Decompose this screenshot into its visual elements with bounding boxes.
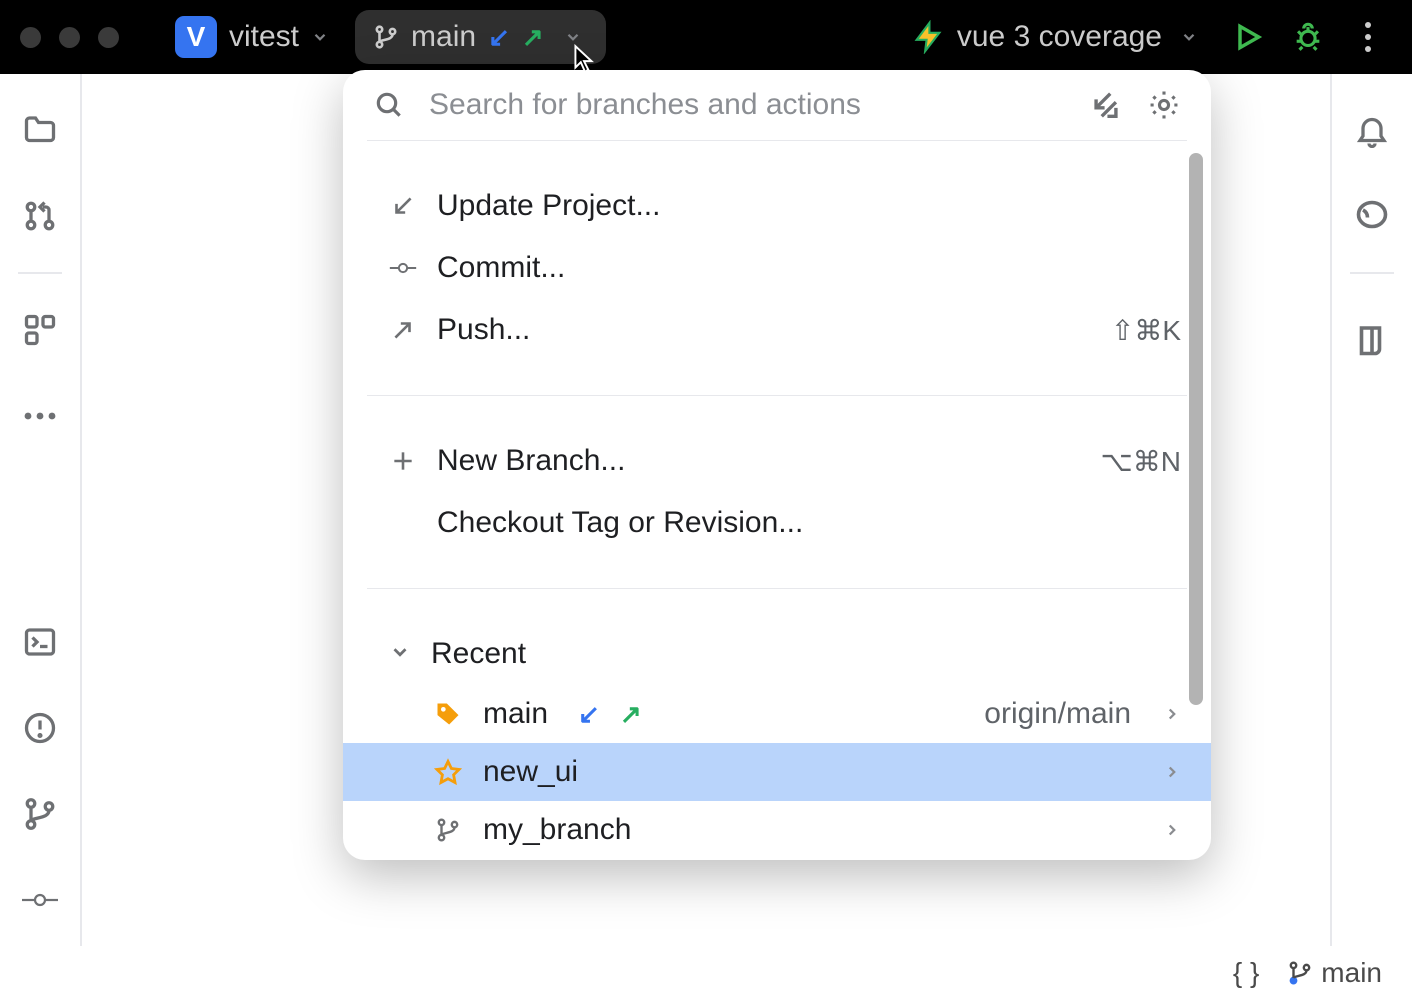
chevron-down-icon xyxy=(1180,28,1198,46)
branch-name-label: new_ui xyxy=(483,755,578,789)
search-input[interactable] xyxy=(429,88,1065,122)
chevron-down-icon xyxy=(564,28,582,46)
more-tools-icon[interactable] xyxy=(20,396,60,436)
top-bar: V vitest main ↙ ↗ vue 3 coverage xyxy=(0,0,1412,74)
zoom-window-icon[interactable] xyxy=(98,27,119,48)
shortcut-label: ⌥⌘N xyxy=(1101,445,1182,478)
outgoing-arrow-icon: ↗ xyxy=(620,699,642,730)
fetch-icon[interactable] xyxy=(1089,88,1123,122)
ai-tool-icon[interactable] xyxy=(1352,196,1392,236)
plus-icon xyxy=(389,447,417,475)
git-branch-icon xyxy=(1287,958,1313,988)
section-local[interactable]: Local xyxy=(343,859,1211,860)
action-commit[interactable]: Commit... xyxy=(343,237,1211,299)
vcs-tool-icon[interactable] xyxy=(20,794,60,834)
project-badge: V xyxy=(175,16,217,58)
branch-name-label: my_branch xyxy=(483,813,631,847)
action-checkout-tag[interactable]: Checkout Tag or Revision... xyxy=(343,492,1211,554)
commit-icon xyxy=(389,254,417,282)
star-icon xyxy=(433,757,463,787)
remote-label: origin/main xyxy=(984,697,1131,731)
right-toolbar xyxy=(1330,74,1412,946)
run-config-name: vue 3 coverage xyxy=(957,20,1162,54)
section-label: Recent xyxy=(431,637,526,671)
action-label: New Branch... xyxy=(437,444,625,478)
branch-name-label: main xyxy=(483,697,548,731)
gear-icon[interactable] xyxy=(1147,88,1181,122)
status-branch-name: main xyxy=(1321,957,1382,989)
git-branch-icon xyxy=(373,22,399,52)
chevron-right-icon xyxy=(1163,813,1181,847)
action-label: Push... xyxy=(437,313,530,347)
outgoing-arrow-icon: ↗ xyxy=(522,22,544,53)
close-window-icon[interactable] xyxy=(20,27,41,48)
action-new-branch[interactable]: New Branch... ⌥⌘N xyxy=(343,430,1211,492)
terminal-tool-icon[interactable] xyxy=(20,622,60,662)
problems-tool-icon[interactable] xyxy=(20,708,60,748)
update-icon xyxy=(389,192,417,220)
search-icon xyxy=(373,89,405,121)
action-push[interactable]: Push... ⇧⌘K xyxy=(343,299,1211,361)
status-bar: { } main xyxy=(0,946,1412,1000)
chevron-down-icon xyxy=(311,28,329,46)
structure-tool-icon[interactable] xyxy=(20,310,60,350)
debug-button[interactable] xyxy=(1284,13,1332,61)
popup-scrollbar[interactable] xyxy=(1189,153,1203,705)
popup-search-row xyxy=(343,70,1211,140)
run-configuration-selector[interactable]: vue 3 coverage xyxy=(897,14,1212,60)
branch-name: main xyxy=(411,20,476,54)
action-label: Update Project... xyxy=(437,189,660,223)
status-branch-indicator[interactable]: main xyxy=(1287,957,1382,989)
pull-requests-tool-icon[interactable] xyxy=(20,196,60,236)
project-selector[interactable]: V vitest xyxy=(161,10,343,64)
branch-selector[interactable]: main ↙ ↗ xyxy=(355,10,606,64)
section-recent[interactable]: Recent xyxy=(343,623,1211,685)
git-branch-icon xyxy=(433,815,463,845)
window-controls xyxy=(20,27,119,48)
left-toolbar xyxy=(0,74,82,946)
push-icon xyxy=(389,316,417,344)
action-update-project[interactable]: Update Project... xyxy=(343,175,1211,237)
incoming-arrow-icon: ↙ xyxy=(488,22,510,53)
chevron-right-icon xyxy=(1163,755,1181,789)
blank-icon xyxy=(389,509,417,537)
branch-row-my-branch[interactable]: my_branch xyxy=(343,801,1211,859)
minimize-window-icon[interactable] xyxy=(59,27,80,48)
branch-row-new-ui[interactable]: new_ui xyxy=(343,743,1211,801)
chevron-down-icon xyxy=(389,637,411,671)
branch-row-main[interactable]: main ↙ ↗ origin/main xyxy=(343,685,1211,743)
lightning-icon xyxy=(911,20,945,54)
chevron-right-icon xyxy=(1163,697,1181,731)
action-label: Checkout Tag or Revision... xyxy=(437,506,803,540)
git-branches-popup: Update Project... Commit... Push... ⇧⌘K … xyxy=(343,70,1211,860)
braces-icon: { } xyxy=(1233,957,1259,989)
popup-body: Update Project... Commit... Push... ⇧⌘K … xyxy=(343,141,1211,860)
git-commit-tool-icon[interactable] xyxy=(20,880,60,920)
code-style-indicator[interactable]: { } xyxy=(1233,957,1259,989)
shortcut-label: ⇧⌘K xyxy=(1111,314,1181,347)
tag-icon xyxy=(433,699,463,729)
incoming-arrow-icon: ↙ xyxy=(578,699,600,730)
database-tool-icon[interactable] xyxy=(1352,320,1392,360)
notifications-tool-icon[interactable] xyxy=(1352,110,1392,150)
more-menu-button[interactable] xyxy=(1344,13,1392,61)
project-name: vitest xyxy=(229,20,299,54)
action-label: Commit... xyxy=(437,251,565,285)
project-tool-icon[interactable] xyxy=(20,110,60,150)
run-button[interactable] xyxy=(1224,13,1272,61)
